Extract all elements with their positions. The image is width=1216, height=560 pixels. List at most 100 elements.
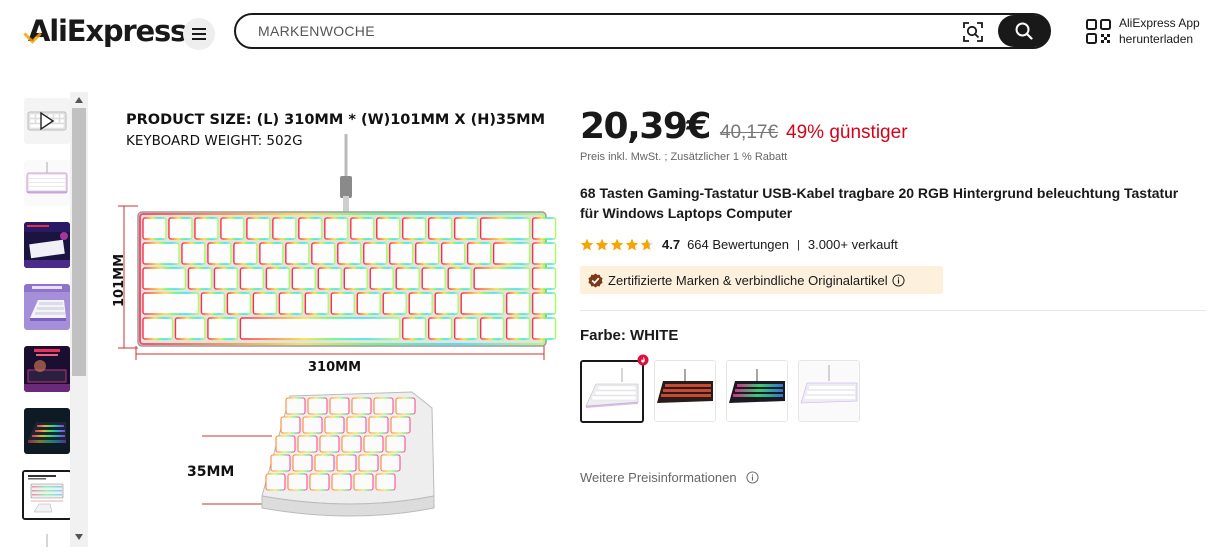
thumbnail-rgb-keyboard[interactable] [24,408,70,454]
keycap [259,242,284,265]
side-keycap [353,473,374,491]
side-keycap [287,473,308,491]
side-keycap [380,454,401,472]
keycap [505,317,531,340]
color-swatch-black-rgb[interactable] [726,360,788,422]
keycap [200,292,226,315]
side-keycap [395,397,416,415]
star-icon [625,238,639,250]
side-keycap [341,435,362,453]
search-button[interactable] [998,15,1050,47]
thumbnail-size-diagram[interactable] [22,470,72,520]
keycap [428,317,453,340]
keycap [324,217,349,240]
thumbnail-video[interactable] [24,98,70,144]
thumbnail-rgb-keyboard-image [24,408,70,454]
thumbnail-lifestyle-1-image [24,222,70,268]
aliexpress-logo[interactable]: AliExpress [28,14,187,48]
thumbnail-size-diagram-image [24,472,70,518]
side-keycap [297,435,318,453]
keycap [142,292,200,315]
side-keycap [373,397,394,415]
keycap [531,267,557,290]
app-download-line2: herunterladen [1119,32,1194,46]
keycap [447,267,472,290]
keycap [239,317,401,340]
keycap [187,267,213,290]
side-keycap [309,473,330,491]
verified-check-icon [588,272,603,288]
keycap [252,292,278,315]
side-keycap [270,454,291,472]
rating-stars[interactable] [580,238,654,252]
side-keycap [363,435,384,453]
certification-badge[interactable]: Zertifizierte Marken & verbindliche Orig… [580,266,943,294]
side-keycap [275,435,296,453]
more-price-info-text: Weitere Preisinformationen [580,470,737,485]
info-icon [746,471,759,484]
hot-flame-icon [637,354,649,366]
color-swatch-white[interactable] [580,360,644,423]
app-download-link[interactable]: AliExpress App herunterladen [1086,15,1200,47]
keycap [142,242,180,265]
side-keycap [346,416,367,434]
swatch-black-red-image [655,361,715,421]
keycap [298,217,323,240]
keycap [330,292,355,315]
keycap [415,242,440,265]
keycap [382,292,407,315]
side-keycap [302,416,323,434]
keycap [395,267,420,290]
thumbnail-lifestyle-2-image [24,346,70,392]
thumbnail-purple-keyboard[interactable] [24,284,70,330]
image-width-label: 310MM [308,360,361,375]
thumbnail-lifestyle-2[interactable] [24,346,70,392]
side-keycap [368,416,389,434]
thumbnail-purple-keyboard-image [24,284,70,330]
hamburger-icon [192,28,206,40]
thumbnail-lifestyle-1[interactable] [24,222,70,268]
thumbnail-white-keyboard[interactable] [24,160,70,206]
keycap [531,317,557,340]
review-count[interactable]: 664 Bewertungen [687,237,789,252]
keycap [220,217,245,240]
side-keycap [292,454,313,472]
current-price: 20,39€ [580,106,711,147]
keycap [343,267,368,290]
keycap [460,292,505,315]
app-download-text: AliExpress App herunterladen [1119,15,1200,47]
image-search-icon[interactable] [962,21,984,43]
thumbnail-partial[interactable] [24,532,70,547]
keycap [226,292,252,315]
search-input[interactable] [258,21,958,41]
more-price-info[interactable]: Weitere Preisinformationen [580,470,759,485]
main-product-image[interactable]: PRODUCT SIZE: (L) 310MM * (W)101MM X (H)… [112,96,562,536]
keycap [369,267,394,290]
side-keycap [358,454,379,472]
keycap [142,317,174,340]
certification-text: Zertifizierte Marken & verbindliche Orig… [608,272,888,288]
app-download-line1: AliExpress App [1119,16,1200,30]
side-keycap [280,416,301,434]
info-icon[interactable] [892,273,905,287]
keycap [531,292,557,315]
side-keycap [329,397,350,415]
star-icon [610,238,624,250]
keycap [272,217,297,240]
scrollbar-thumb[interactable] [72,108,86,376]
menu-button[interactable] [183,18,215,50]
keycap [285,242,310,265]
thumbnail-scrollbar[interactable] [70,92,88,547]
header: AliExpress MARKENWOCHE AliExpress App he… [0,0,1216,64]
separator: | [797,238,800,251]
swatch-white-purple-image [799,361,859,421]
scroll-down-icon[interactable] [74,533,84,541]
color-swatch-white-purple[interactable] [798,360,860,422]
color-swatch-black-red[interactable] [654,360,716,422]
side-keycap [351,397,372,415]
keycap [408,292,433,315]
keycap [181,242,206,265]
keycap [389,242,414,265]
keycap [356,292,381,315]
scroll-up-icon[interactable] [74,96,84,104]
